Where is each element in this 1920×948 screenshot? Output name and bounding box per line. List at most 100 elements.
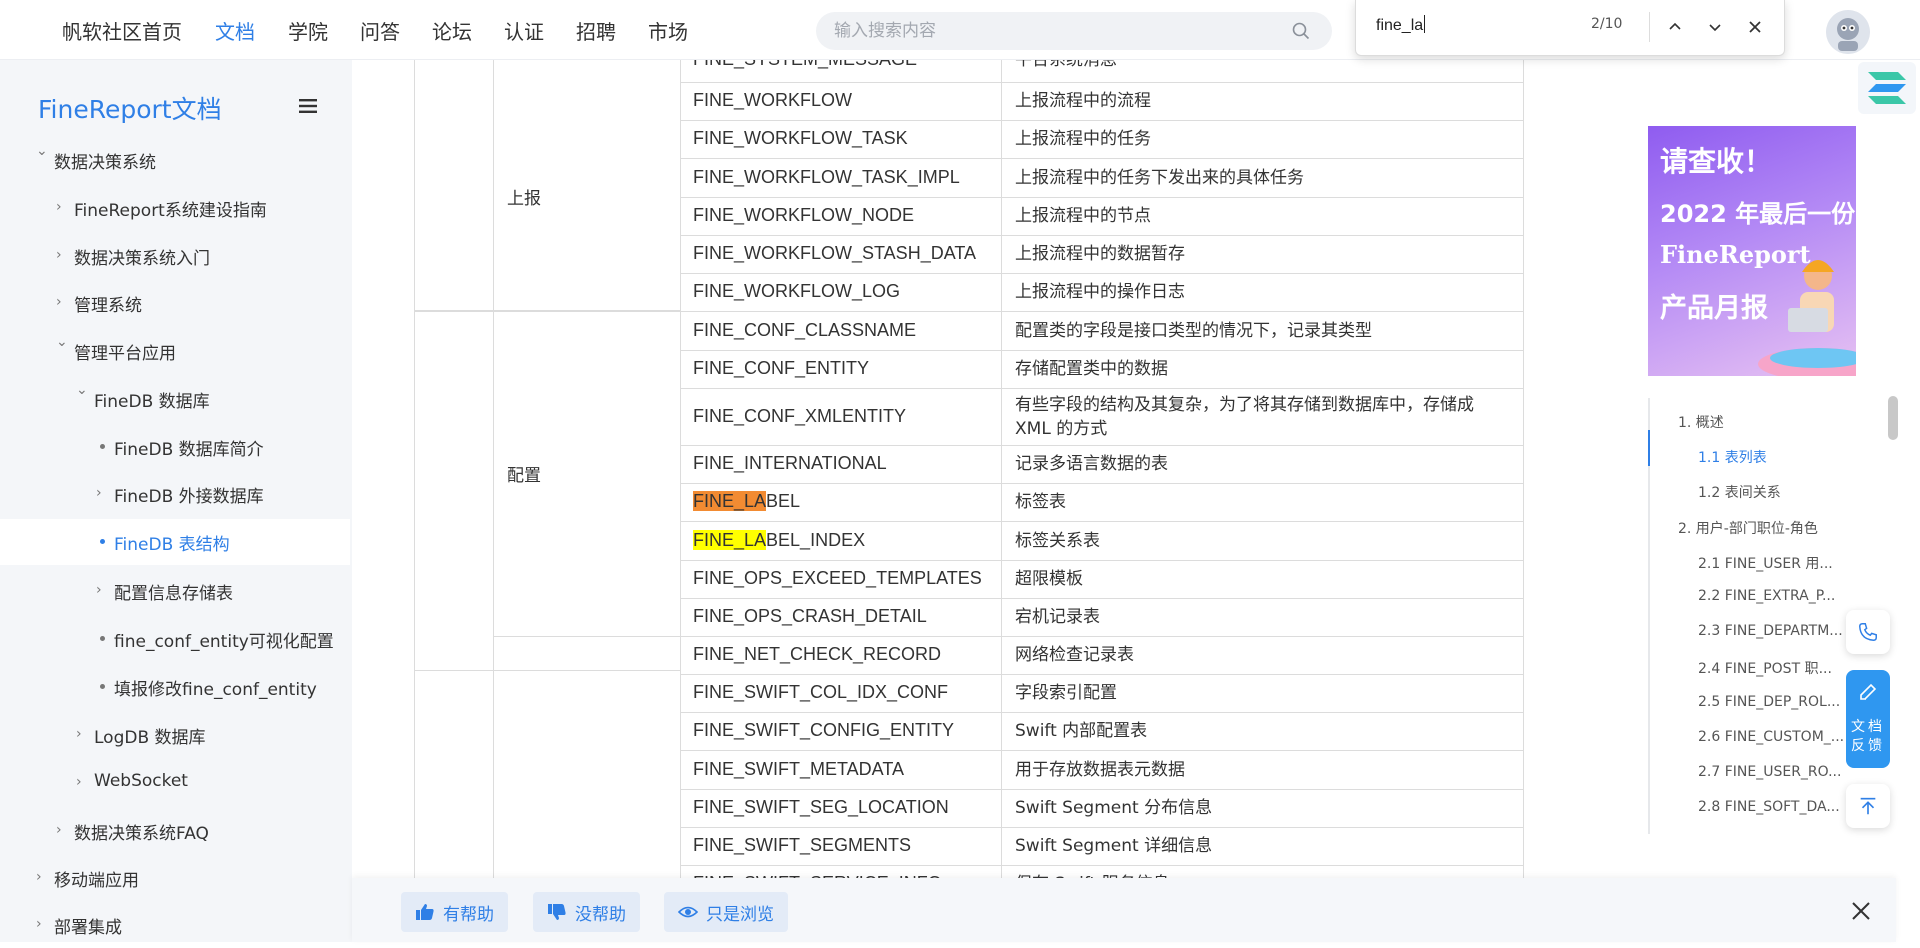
chevron-right-icon[interactable]: › bbox=[96, 485, 102, 501]
sidebar-item[interactable]: 填报修改fine_conf_entity bbox=[0, 664, 350, 710]
helpful-button[interactable]: 有帮助 bbox=[401, 892, 508, 932]
sidebar-item[interactable]: › LogDB 数据库 bbox=[0, 712, 350, 758]
contact-button[interactable] bbox=[1846, 610, 1890, 654]
nav-home[interactable]: 帆软社区首页 bbox=[62, 16, 182, 45]
toc-item[interactable]: 2.1 FINE_USER 用... bbox=[1698, 553, 1858, 573]
doc-content: FINE_SYSTEM_MESSAGE 平台系统消息 FINE_WORKFLOW 上报… bbox=[352, 60, 1648, 878]
find-previous-button[interactable] bbox=[1662, 14, 1688, 40]
chevron-down-icon[interactable]: ⌄ bbox=[36, 143, 48, 159]
nav-certification[interactable]: 认证 bbox=[504, 16, 544, 45]
chevron-down-icon[interactable]: ⌄ bbox=[56, 334, 68, 350]
close-feedback-bar-button[interactable] bbox=[1846, 896, 1876, 926]
find-input[interactable]: fine_la bbox=[1376, 15, 1426, 35]
browse-only-button[interactable]: 只是浏览 bbox=[664, 892, 788, 932]
toc-item[interactable]: 2.6 FINE_CUSTOM_... bbox=[1698, 729, 1858, 745]
table-desc-cell: 平台系统消息 bbox=[1015, 60, 1117, 70]
toc-item[interactable]: 1.2 表间关系 bbox=[1698, 482, 1858, 502]
doc-sidebar: FineReport文档 ⌄ 数据决策系统 › FineReport系统建设指南 › 数据… bbox=[0, 60, 350, 942]
sidebar-item[interactable]: › 配置信息存储表 bbox=[0, 568, 350, 614]
chevron-right-icon[interactable]: › bbox=[56, 822, 62, 838]
toc-item[interactable]: 2.2 FINE_EXTRA_P... bbox=[1698, 588, 1858, 604]
sidebar-item-label: fine_conf_entity可视化配置 bbox=[114, 632, 334, 652]
sidebar-item[interactable]: › WebSocket bbox=[0, 760, 350, 806]
sidebar-item[interactable]: ⌄ 管理平台应用 bbox=[0, 328, 350, 374]
toc-item[interactable]: 2.7 FINE_USER_RO... bbox=[1698, 764, 1858, 780]
table-name-cell: FINE_WORKFLOW_NODE bbox=[693, 205, 915, 225]
find-highlight: FINE_LA bbox=[693, 529, 767, 550]
toc-item[interactable]: 2. 用户-部门职位-角色 bbox=[1678, 518, 1878, 538]
table-desc-cell: 配置类的字段是接口类型的情况下，记录其类型 bbox=[1015, 320, 1372, 341]
eye-icon bbox=[678, 906, 698, 918]
nav-market[interactable]: 市场 bbox=[648, 16, 688, 45]
chevron-right-icon[interactable]: › bbox=[56, 294, 62, 310]
phone-icon bbox=[1859, 623, 1877, 641]
sidebar-item[interactable]: › FineDB 外接数据库 bbox=[0, 471, 350, 517]
close-icon bbox=[1749, 21, 1761, 33]
nav-jobs[interactable]: 招聘 bbox=[576, 16, 616, 45]
toc-item[interactable]: 2.4 FINE_POST 职... bbox=[1698, 658, 1858, 678]
site-search bbox=[816, 12, 1332, 50]
table-name-cell: FINE_WORKFLOW_TASK_IMPL bbox=[693, 166, 960, 187]
chevron-right-icon[interactable]: › bbox=[76, 774, 82, 790]
table-name-cell: FINE_INTERNATIONAL bbox=[693, 453, 887, 473]
sidebar-item[interactable]: › FineReport系统建设指南 bbox=[0, 185, 350, 231]
table-name-cell: FINE_WORKFLOW_TASK bbox=[693, 128, 908, 148]
table-desc-cell: 标签关系表 bbox=[1015, 530, 1100, 551]
sidebar-item[interactable]: ⌄ FineDB 数据库 bbox=[0, 376, 350, 422]
sidebar-item[interactable]: › 管理系统 bbox=[0, 280, 350, 326]
find-next-button[interactable] bbox=[1702, 14, 1728, 40]
chevron-right-icon[interactable]: › bbox=[56, 199, 62, 215]
thumbs-up-icon bbox=[416, 904, 434, 920]
toc-item[interactable]: 1.1 表列表 bbox=[1698, 447, 1858, 467]
doc-feedback-button[interactable]: 文档反馈 bbox=[1846, 670, 1890, 768]
chevron-right-icon[interactable]: › bbox=[76, 726, 82, 742]
nav-qa[interactable]: 问答 bbox=[360, 16, 400, 45]
table-name-rest: BEL bbox=[766, 491, 801, 511]
nav-academy[interactable]: 学院 bbox=[288, 16, 328, 45]
not-helpful-button[interactable]: 没帮助 bbox=[533, 892, 640, 932]
toc-item[interactable]: 1. 概述 bbox=[1678, 412, 1878, 432]
chevron-right-icon[interactable]: › bbox=[56, 247, 62, 263]
sidebar-item[interactable]: ⌄ 数据决策系统 bbox=[0, 137, 350, 183]
promo-banner[interactable]: 请查收！ 2022 年最后一份 FineReport 产品月报 bbox=[1648, 126, 1856, 376]
menu-icon[interactable] bbox=[298, 98, 318, 118]
sidebar-item[interactable]: › 数据决策系统入门 bbox=[0, 233, 350, 279]
toc-item[interactable]: 2.8 FINE_SOFT_DA... bbox=[1698, 799, 1858, 815]
user-avatar[interactable] bbox=[1826, 10, 1870, 54]
table-desc-cell: 上报流程中的任务下发出来的具体任务 bbox=[1015, 167, 1304, 188]
nav-forum[interactable]: 论坛 bbox=[432, 16, 472, 45]
find-close-button[interactable] bbox=[1742, 14, 1768, 40]
toc-item[interactable]: 2.5 FINE_DEP_ROL... bbox=[1698, 694, 1858, 710]
table-desc-cell: 标签表 bbox=[1015, 492, 1066, 512]
chevron-up-icon bbox=[1669, 22, 1681, 30]
product-logo[interactable] bbox=[1858, 62, 1916, 114]
sidebar-item[interactable]: FineDB 数据库简介 bbox=[0, 424, 350, 470]
sidebar-item[interactable]: › 移动端应用 bbox=[0, 855, 350, 901]
sidebar-item[interactable]: fine_conf_entity可视化配置 bbox=[0, 616, 350, 662]
chevron-right-icon[interactable]: › bbox=[36, 916, 42, 932]
bullet-icon bbox=[100, 539, 105, 544]
toc-item[interactable]: 2.3 FINE_DEPARTM... bbox=[1698, 623, 1858, 639]
sidebar-item-label: 移动端应用 bbox=[54, 871, 139, 891]
sidebar-item-label: 数据决策系统入门 bbox=[74, 249, 210, 269]
table-desc-cell: Swift 内部配置表 bbox=[1015, 721, 1148, 741]
search-input[interactable] bbox=[834, 12, 1274, 50]
sidebar-title[interactable]: FineReport文档 bbox=[38, 90, 222, 126]
chevron-right-icon[interactable]: › bbox=[96, 582, 102, 598]
table-name-cell: FINE_LABEL_INDEX bbox=[693, 529, 866, 551]
search-icon[interactable] bbox=[1292, 22, 1310, 44]
sidebar-item-label: 管理平台应用 bbox=[74, 344, 176, 364]
page-scrollbar[interactable] bbox=[1888, 396, 1898, 440]
group-label-config: 配置 bbox=[507, 466, 541, 485]
sidebar-item[interactable]: › 部署集成 bbox=[0, 902, 350, 948]
back-to-top-button[interactable] bbox=[1846, 784, 1890, 828]
arrow-up-icon bbox=[1860, 797, 1876, 815]
table-desc-cell: 网络检查记录表 bbox=[1015, 645, 1134, 665]
chevron-down-icon[interactable]: ⌄ bbox=[76, 382, 88, 398]
nav-docs[interactable]: 文档 bbox=[215, 16, 255, 45]
sidebar-item[interactable]: FineDB 表结构 bbox=[0, 519, 350, 565]
chevron-right-icon[interactable]: › bbox=[36, 869, 42, 885]
sidebar-item[interactable]: › 数据决策系统FAQ bbox=[0, 808, 350, 854]
table-name-rest: BEL_INDEX bbox=[766, 529, 866, 550]
table-name-cell: FINE_CONF_CLASSNAME bbox=[693, 319, 917, 340]
